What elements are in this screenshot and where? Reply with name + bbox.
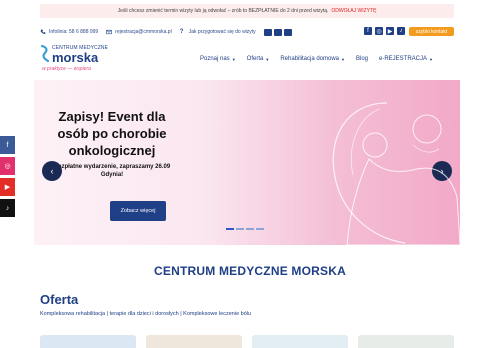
slider-dots (226, 228, 266, 230)
notice-bar: Jeśli chcesz zmienić termin wizyty lub j… (40, 4, 454, 18)
slide-dot[interactable] (256, 228, 264, 230)
slide-dot[interactable] (236, 228, 244, 230)
top-socials: f ◎ ▶ ♪ (364, 27, 408, 35)
instagram-icon[interactable]: ◎ (375, 27, 383, 35)
slide-dot[interactable] (246, 228, 254, 230)
logo-tagline: w praktyce — wspiera (42, 66, 91, 72)
accessibility-tools[interactable] (263, 28, 294, 36)
main-nav: Poznaj nas ▼ Oferta ▼ Rehabilitacja domo… (200, 56, 444, 62)
email-link[interactable]: rejestracja@cmmorska.pl (106, 29, 172, 35)
nav-label: Oferta (246, 56, 264, 62)
offer-card[interactable] (146, 335, 242, 348)
prepare-text: Jak przygotować się do wizyty (188, 29, 256, 35)
page-heading: CENTRUM MEDYCZNE MORSKA (154, 264, 346, 278)
side-socials: f ◎ ▶ ♪ (0, 136, 15, 220)
accessibility-icon[interactable] (263, 28, 272, 36)
nav-label: Poznaj nas (200, 56, 230, 62)
question-icon: ? (179, 29, 184, 35)
hero-subtitle: Bezpłatne wydarzenie, zapraszamy 26.09 G… (53, 164, 171, 178)
phone-link[interactable]: Infolinia: 58 6 888 999 (40, 29, 98, 35)
hero-slider: Zapisy! Event dla osób po chorobie onkol… (34, 80, 460, 245)
phone-icon (40, 29, 46, 34)
sign-language-icon[interactable] (283, 28, 292, 36)
logo-line2: morska (52, 50, 99, 65)
youtube-icon[interactable]: ▶ (0, 178, 15, 196)
nav-item-rehabilitacja[interactable]: Rehabilitacja domowa ▼ (280, 56, 345, 62)
nav-item-oferta[interactable]: Oferta ▼ (247, 56, 270, 62)
email-icon (106, 29, 112, 35)
prepare-visit-link[interactable]: ? Jak przygotować się do wizyty (180, 29, 256, 35)
tiktok-icon[interactable]: ♪ (397, 27, 405, 35)
nav-item-e-rejestracja[interactable]: e-REJESTRACJA ▼ (379, 56, 433, 62)
hero-title: Zapisy! Event dla osób po chorobie onkol… (57, 109, 167, 158)
quick-contact-button[interactable]: szybki kontakt (409, 27, 454, 36)
section-title: Oferta (40, 292, 79, 307)
nav-item-poznaj-nas[interactable]: Poznaj nas ▼ (200, 56, 236, 62)
nav-item-blog[interactable]: Blog (356, 56, 368, 62)
offer-card[interactable] (358, 335, 454, 348)
chevron-down-icon: ▼ (231, 56, 236, 62)
youtube-icon[interactable]: ▶ (386, 27, 394, 35)
see-more-button[interactable]: Zobacz więcej (110, 201, 166, 221)
slide-dot[interactable] (226, 228, 234, 230)
chevron-down-icon: ▼ (341, 56, 345, 62)
chevron-down-icon: ▼ (429, 56, 433, 62)
notice-text: Jeśli chcesz zmienić termin wizyty lub j… (117, 8, 329, 14)
nav-label: Rehabilitacja domowa (280, 56, 340, 62)
logo-mark-icon (40, 44, 50, 63)
offer-card[interactable] (40, 335, 136, 348)
chevron-down-icon: ▼ (265, 56, 270, 62)
section-subtitle: Kompleksowa rehabilitacja | terapie dla … (40, 311, 252, 317)
facebook-icon[interactable]: f (364, 27, 372, 35)
hero-illustration (332, 102, 460, 245)
wheelchair-icon[interactable] (273, 28, 282, 36)
offer-card[interactable] (252, 335, 348, 348)
phone-text: Infolinia: 58 6 888 999 (49, 29, 99, 35)
chevron-left-icon: ‹ (50, 166, 54, 176)
nav-label: Blog (355, 56, 368, 62)
prev-slide-button[interactable]: ‹ (42, 161, 62, 181)
tiktok-icon[interactable]: ♪ (0, 199, 15, 217)
email-text: rejestracja@cmmorska.pl (115, 29, 172, 35)
instagram-icon[interactable]: ◎ (0, 157, 15, 175)
logo[interactable]: CENTRUM MEDYCZNE morska w praktyce — wsp… (40, 43, 110, 79)
offer-cards (40, 335, 464, 348)
facebook-icon[interactable]: f (0, 136, 15, 154)
nav-label: e-REJESTRACJA (379, 56, 428, 62)
cancel-visit-link[interactable]: ODWOŁAJ WIZYTĘ (331, 8, 376, 14)
